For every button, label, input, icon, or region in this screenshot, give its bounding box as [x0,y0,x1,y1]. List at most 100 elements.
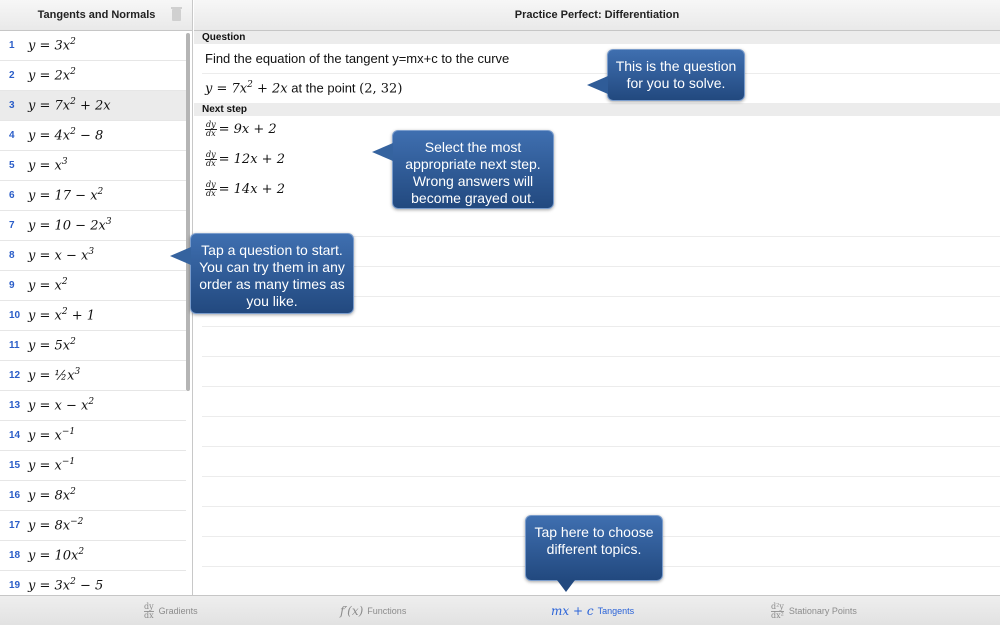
question-row-19[interactable]: 19 y = 3x2 − 5 [0,571,186,595]
question-row-14[interactable]: 14 y = x−1 [0,421,186,451]
equation-exponent: 2 [70,67,76,77]
question-equation: y = 10 − 2x3 [28,217,112,233]
divider [202,73,1000,74]
derivative-fraction: dy dx [205,151,217,168]
equation-lhs: y = 7x [28,98,71,114]
curve-lhs: y = 7x [205,81,248,97]
question-equation: y = 4x2 − 8 [28,127,103,143]
derivative-denominator: dx [206,159,216,168]
row-divider [202,386,1000,387]
question-number: 16 [9,490,21,501]
question-row-3[interactable]: 3 y = 7x2 + 2x [0,91,186,121]
equation-exponent: 2 [78,547,85,557]
question-number: 9 [9,280,15,291]
tab-stationary-points[interactable]: d²y dx² Stationary Points [771,596,857,625]
question-row-7[interactable]: 7 y = 10 − 2x3 [0,211,186,241]
question-row-16[interactable]: 16 y = 8x2 [0,481,186,511]
question-row-13[interactable]: 13 y = x − x2 [0,391,186,421]
next-step-option-3[interactable]: dy dx = 14x + 2 [205,181,285,209]
question-number: 17 [9,520,21,531]
equation-exponent: 3 [74,367,81,377]
question-equation: y = 3x2 − 5 [28,577,103,593]
topics-callout: Tap here to choose different topics. [525,515,663,581]
question-list: 1y = 3x2 2 y = 2x2 3 y = 7x2 + 2x 4 y = 4x2 − … [0,31,186,595]
question-number: 2 [9,70,15,81]
question-number: 13 [9,400,21,411]
question-equation: y = 10x2 [28,547,84,563]
equation-exponent: 3 [88,247,95,257]
mx-plus-c-icon: mx + c [551,604,594,618]
next-step-section-header: Next step [194,103,1000,116]
equation-exponent: 2 [70,487,76,497]
tab-functions[interactable]: f′(x) Functions [340,596,406,625]
dy-dx-icon: dy dx [144,602,154,620]
question-number: 15 [9,460,21,471]
question-number: 5 [9,160,15,171]
question-row-9[interactable]: 9 y = x2 [0,271,186,301]
equation-lhs: y = x [28,278,62,294]
equation-exponent: −1 [61,457,76,467]
row-divider [202,446,1000,447]
question-row-10[interactable]: 10 y = x2 + 1 [0,301,186,331]
derivative-fraction: dy dx [205,121,217,138]
question-equation: y = 3x2 [28,37,76,53]
equation-lhs: y = x − x [28,398,89,414]
tab-gradients[interactable]: dy dx Gradients [144,596,198,625]
question-callout-pointer [587,76,608,94]
tab-tangents[interactable]: mx + c Tangents [551,596,634,625]
equation-lhs: y = 10 − 2x [28,218,106,234]
question-row-2[interactable]: 2y = 2x2 [0,61,186,91]
equation-exponent: 2 [88,397,95,407]
equation-lhs: y = 8x [28,488,71,504]
question-number: 14 [9,430,21,441]
row-divider [202,356,1000,357]
equation-lhs: y = 4x [28,128,71,144]
row-divider [202,416,1000,417]
question-row-11[interactable]: 11 y = 5x2 [0,331,186,361]
equation-lhs: y = x [28,458,62,474]
question-row-6[interactable]: 6 y = 17 − x2 [0,181,186,211]
question-curve: y = 7x2 + 2x at the point (2, 32) [205,80,402,96]
equation-exponent: −1 [61,427,76,437]
equation-exponent: 3 [61,157,68,167]
equation-lhs: y = 2x [28,68,71,84]
question-row-5[interactable]: 5 y = x3 [0,151,186,181]
equation-exponent: 3 [105,217,112,227]
question-number: 12 [9,370,21,381]
question-number: 10 [9,310,21,321]
question-text: Find the equation of the tangent y=mx+c … [205,51,510,66]
next-step-option-2[interactable]: dy dx = 12x + 2 [205,151,285,179]
question-equation: y = x − x2 [28,397,94,413]
question-number: 8 [9,250,15,261]
question-row-15[interactable]: 15 y = x−1 [0,451,186,481]
next-step-callout-pointer [372,143,393,161]
question-row-12[interactable]: 12 y = ½x3 [0,361,186,391]
question-row-4[interactable]: 4 y = 4x2 − 8 [0,121,186,151]
equation-lhs: y = 3x [28,38,71,54]
equation-exponent: 2 [97,187,104,197]
question-row-8[interactable]: 8 y = x − x3 [0,241,186,271]
point-coordinates: (2, 32) [359,81,403,97]
question-equation: y = x − x3 [28,247,94,263]
question-row-18[interactable]: 18 y = 10x2 [0,541,186,571]
question-list-scrollbar[interactable] [186,33,190,391]
start-callout: Tap a question to start. You can try the… [190,233,354,314]
tab-icon-denominator: dx² [771,610,784,620]
page-title: Practice Perfect: Differentiation [514,9,680,21]
next-step-option-1[interactable]: dy dx = 9x + 2 [205,121,277,149]
derivative-denominator: dx [206,129,216,138]
question-number: 1 [9,40,15,51]
question-row-1[interactable]: 1 y = 3x2 [0,31,186,61]
topics-callout-pointer [557,580,575,592]
question-equation: y = 17 − x2 [28,187,103,203]
trash-icon[interactable] [171,7,182,21]
question-row-17[interactable]: 17 y = 8x−2 [0,511,186,541]
equation-exponent: 2 [70,337,76,347]
equation-lhs: y = ½x [28,368,75,384]
equation-lhs: y = x [28,158,62,174]
question-equation: y = 8x2 [28,487,76,503]
equation-rest: − 8 [75,128,104,144]
row-divider [202,326,1000,327]
topic-tab-bar: dy dx Gradients f′(x) Functions mx + c Tangent… [0,595,1000,625]
tab-label: Gradients [158,606,198,616]
